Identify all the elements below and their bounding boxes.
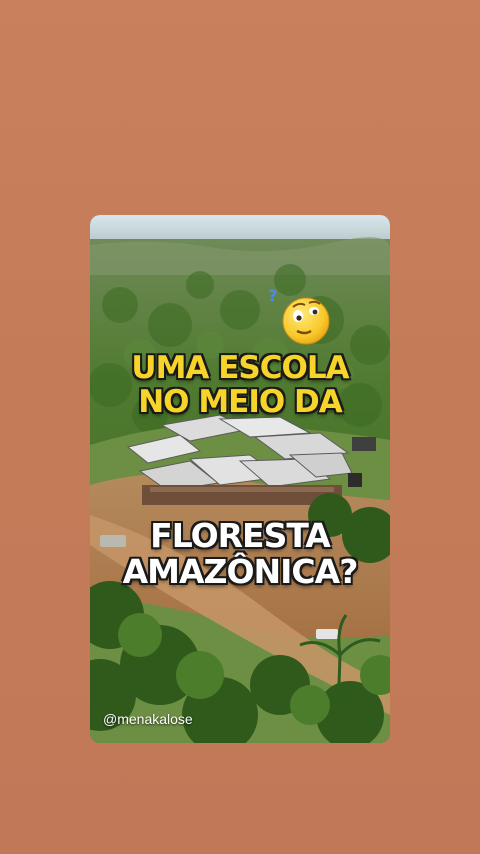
headline-line-3: FLORESTA — [150, 516, 331, 555]
headline-line-1: UMA ESCOLA — [131, 350, 349, 386]
aerial-school-photo: ? — [90, 215, 390, 743]
headline-line-2: NO MEIO DA — [138, 384, 343, 420]
story-media-card[interactable]: ? UMA ESCOLA NO MEIO DA FLORESTA AMAZÔNI… — [90, 215, 390, 743]
svg-text:?: ? — [268, 286, 277, 305]
headline-line-4: AMAZÔNICA? — [122, 552, 359, 591]
creator-handle[interactable]: @menakalose — [103, 711, 193, 727]
